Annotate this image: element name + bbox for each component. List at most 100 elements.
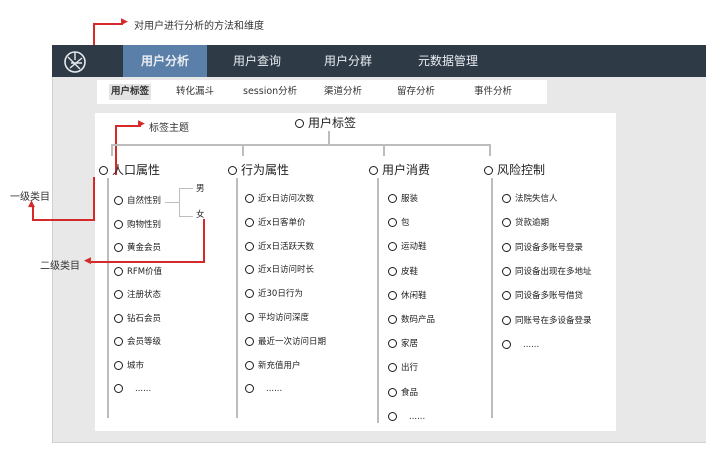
tag-item-label: 家居: [401, 339, 419, 350]
nav-tab-user-segments[interactable]: 用户分群: [313, 45, 383, 77]
tag-item[interactable]: 食品: [388, 387, 418, 399]
tag-item-label: 服装: [401, 194, 419, 204]
tag-item[interactable]: 休闲鞋: [388, 290, 427, 302]
tag-item-label: 钻石会员: [127, 313, 162, 324]
node-circle-icon: [114, 219, 123, 229]
sub-tab-event-analysis[interactable]: 事件分析: [474, 84, 512, 100]
tag-item[interactable]: 平均访问深度: [245, 312, 309, 324]
tag-item[interactable]: ......: [502, 339, 539, 351]
node-circle-icon: [502, 266, 511, 276]
nav-tab-user-analysis[interactable]: 用户分析: [123, 45, 207, 77]
tag-item-label: 会员等级: [127, 337, 162, 347]
node-circle-icon: [245, 313, 254, 322]
tag-item-label: 数码产品: [401, 315, 436, 325]
tag-item[interactable]: 家居: [388, 338, 418, 350]
nav-tab-user-query[interactable]: 用户查询: [222, 45, 292, 77]
node-circle-icon: [99, 166, 108, 175]
tag-item-label: 注册状态: [127, 290, 162, 300]
tag-item-label: 贷款逾期: [515, 218, 550, 229]
tag-item-label: 自然性别: [127, 196, 162, 206]
tag-item[interactable]: 会员等级: [114, 336, 161, 348]
tag-item[interactable]: 近x日访问时长: [245, 264, 314, 276]
tag-item-label: 购物性别: [127, 219, 162, 230]
tag-item-label: 近30日行为: [258, 289, 303, 300]
node-circle-icon: [114, 243, 123, 252]
tag-item[interactable]: 近x日访问次数: [245, 193, 314, 205]
tag-item[interactable]: 钻石会员: [114, 313, 161, 325]
tag-item-label: 包: [401, 218, 410, 229]
tag-item[interactable]: 服装: [388, 193, 418, 205]
node-circle-icon: [245, 384, 254, 394]
tag-item-label: 运动鞋: [401, 242, 427, 253]
tag-item[interactable]: 近30日行为: [245, 288, 303, 300]
aperture-logo-icon[interactable]: [62, 49, 88, 75]
tag-item-label: 法院失信人: [515, 194, 558, 204]
tag-item[interactable]: 近x日活跃天数: [245, 241, 314, 253]
annotation-methods-dimensions: 对用户进行分析的方法和维度: [134, 21, 264, 32]
tag-item[interactable]: 同设备多账号登录: [502, 242, 583, 254]
tag-item[interactable]: ......: [114, 383, 151, 395]
sub-tab-channel-analysis[interactable]: 渠道分析: [324, 84, 362, 100]
tag-item[interactable]: 城市: [114, 360, 144, 372]
tag-item[interactable]: 黄金会员: [114, 242, 161, 254]
tag-item[interactable]: 法院失信人: [502, 193, 558, 205]
category-demographics[interactable]: 人口属性: [99, 162, 160, 178]
tag-item-label: 同设备多账号登录: [515, 242, 584, 253]
tag-item[interactable]: 同设备多账号借贷: [502, 290, 583, 302]
node-circle-icon: [245, 241, 254, 251]
node-circle-icon: [388, 266, 397, 276]
tag-item[interactable]: 新充值用户: [245, 360, 301, 372]
node-circle-icon: [388, 315, 397, 324]
node-circle-icon: [245, 360, 254, 370]
tag-item[interactable]: 贷款逾期: [502, 217, 549, 229]
node-circle-icon: [388, 242, 397, 252]
tag-item-label: 近x日访问次数: [258, 194, 315, 204]
category-behavior[interactable]: 行为属性: [228, 162, 289, 178]
node-circle-icon: [114, 290, 123, 299]
node-circle-icon: [388, 387, 397, 397]
node-circle-icon: [388, 194, 397, 203]
sub-tab-retention-analysis[interactable]: 留存分析: [397, 84, 435, 100]
nav-tab-metadata-management[interactable]: 元数据管理: [405, 45, 491, 77]
tag-item-label: 同设备多账号借贷: [515, 291, 584, 302]
sub-tab-session-analysis[interactable]: session分析: [243, 84, 297, 100]
node-circle-icon: [245, 289, 254, 299]
gender-value-female[interactable]: 女: [196, 209, 205, 221]
tree-root[interactable]: 用户标签: [295, 114, 356, 131]
tag-item-label: ......: [409, 411, 426, 422]
node-circle-icon: [245, 194, 254, 203]
node-circle-icon: [388, 411, 397, 421]
tag-item[interactable]: ......: [388, 411, 425, 423]
sub-tab-user-tags[interactable]: 用户标签: [109, 84, 152, 100]
category-consumption[interactable]: 用户消费: [369, 162, 430, 178]
tag-item[interactable]: 出行: [388, 362, 418, 374]
tag-item[interactable]: 最近一次访问日期: [245, 336, 326, 348]
node-circle-icon: [114, 196, 123, 205]
node-circle-icon: [114, 384, 123, 393]
tag-item[interactable]: 购物性别: [114, 219, 161, 231]
tag-item-label: ......: [135, 384, 152, 394]
node-circle-icon: [388, 218, 397, 228]
tag-item[interactable]: 同设备出现在多地址: [502, 266, 592, 278]
gender-value-male[interactable]: 男: [196, 183, 205, 195]
tag-item[interactable]: 注册状态: [114, 289, 161, 301]
tag-item[interactable]: 皮鞋: [388, 266, 418, 278]
tag-item[interactable]: 数码产品: [388, 314, 435, 326]
tag-item[interactable]: RFM价值: [114, 266, 162, 278]
tag-item-label: 城市: [127, 360, 145, 371]
tag-item[interactable]: 包: [388, 217, 410, 229]
tag-item[interactable]: 自然性别: [114, 195, 161, 207]
tag-item-label: 近x日活跃天数: [258, 241, 315, 252]
annotation-level2: 二级类目: [40, 261, 80, 272]
node-circle-icon: [369, 166, 378, 175]
tag-item[interactable]: 近x日客单价: [245, 217, 306, 229]
tag-item-label: 最近一次访问日期: [258, 336, 327, 347]
category-risk-control[interactable]: 风险控制: [484, 162, 545, 178]
tag-item-label: 平均访问深度: [258, 313, 310, 323]
sub-tab-conversion-funnel[interactable]: 转化漏斗: [176, 84, 214, 100]
tag-item-label: 食品: [401, 387, 419, 398]
tag-item[interactable]: 运动鞋: [388, 241, 427, 253]
tag-item[interactable]: 同账号在多设备登录: [502, 315, 592, 327]
tag-item[interactable]: ......: [245, 383, 282, 395]
node-circle-icon: [502, 218, 511, 228]
